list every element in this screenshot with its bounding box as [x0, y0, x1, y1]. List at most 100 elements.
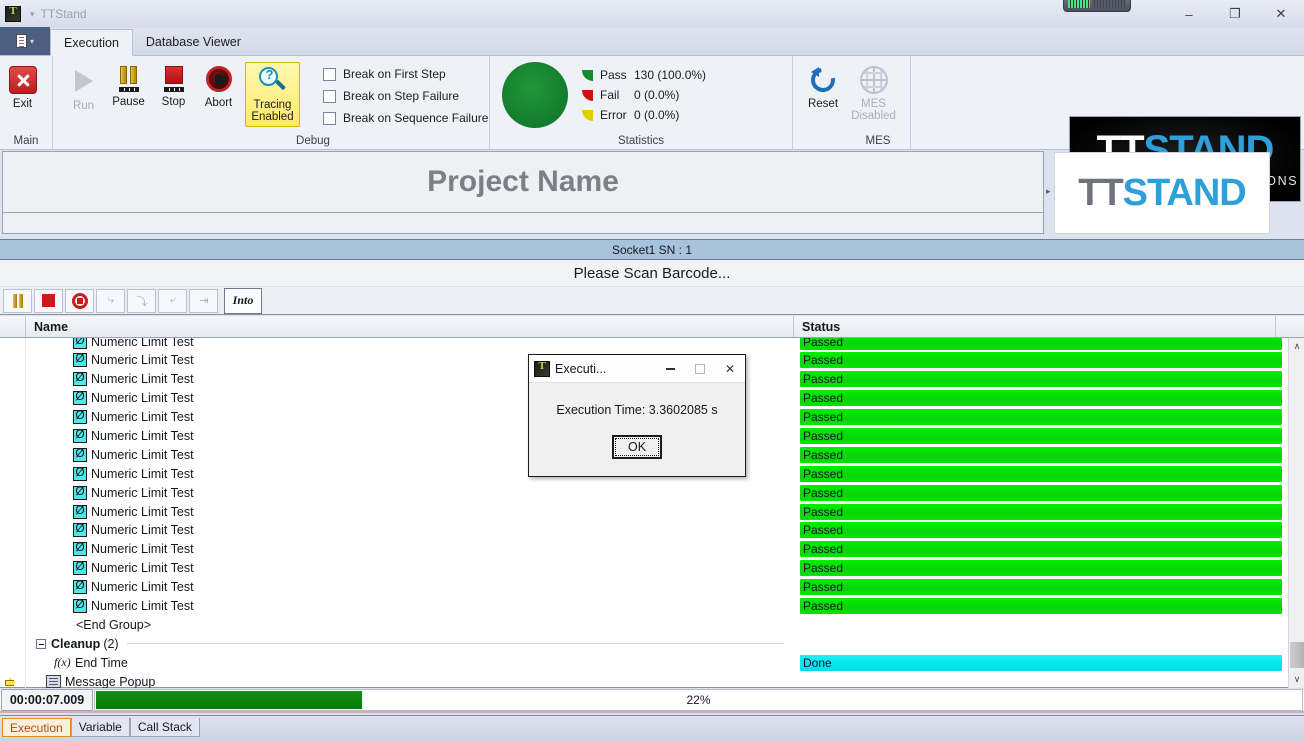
status-badge: Passed — [800, 598, 1282, 615]
table-row[interactable]: Numeric Limit Test Passed — [0, 483, 1288, 502]
exit-button[interactable]: Exit — [0, 62, 45, 110]
minimize-button[interactable]: – — [1166, 0, 1212, 28]
message-popup-icon — [46, 675, 61, 688]
row-name-text: Numeric Limit Test — [91, 353, 194, 368]
grid-header-marker — [0, 316, 26, 337]
step-mode-into-button[interactable]: Into — [224, 287, 262, 314]
row-name-cell: Numeric Limit Test — [26, 503, 794, 519]
table-row[interactable]: Cleanup (2) — [0, 634, 1288, 653]
error-wedge-icon — [582, 109, 593, 121]
checkbox-box[interactable] — [323, 111, 336, 125]
status-badge: Passed — [800, 465, 1282, 482]
row-status-cell: Passed — [794, 390, 1282, 407]
numeric-limit-test-icon — [73, 540, 87, 557]
dialog-maximize-button[interactable] — [685, 355, 715, 382]
row-name-cell: Numeric Limit Test — [26, 578, 794, 595]
table-row[interactable]: Numeric Limit Test Passed — [0, 521, 1288, 540]
table-row[interactable]: Message Popup — [0, 672, 1288, 688]
chevron-down-icon: ▾ — [29, 36, 34, 46]
dialog-close-button[interactable]: ✕ — [715, 355, 745, 382]
row-marker-cell — [0, 464, 26, 483]
toolbar-step-over-button[interactable]: ⤷ — [96, 288, 125, 313]
row-name-cell: Numeric Limit Test — [26, 521, 794, 538]
group-divider — [126, 643, 784, 645]
status-badge: Done — [800, 654, 1282, 671]
ribbon-body: Exit Main Run Pause Stop Abort ? Tracing… — [0, 56, 1304, 202]
pass-label: Pass — [600, 68, 627, 82]
checkbox-break-on-first-step[interactable]: Break on First Step — [314, 63, 488, 85]
row-name-cell: Numeric Limit Test — [26, 540, 794, 557]
file-menu-button[interactable]: ▾ — [0, 27, 50, 55]
stop-button[interactable]: Stop — [151, 62, 196, 108]
bottom-tab-call-stack[interactable]: Call Stack — [129, 718, 200, 737]
scroll-up-icon[interactable]: ∧ — [1289, 338, 1304, 355]
fail-value: 0 (0.0%) — [634, 88, 680, 102]
table-row[interactable]: <End Group> — [0, 615, 1288, 634]
tab-execution[interactable]: Execution — [50, 29, 133, 56]
bottom-tab-variable[interactable]: Variable — [70, 718, 130, 737]
checkbox-box[interactable] — [323, 89, 336, 103]
table-row[interactable]: Numeric Limit Test Passed — [0, 338, 1288, 351]
table-row[interactable]: Numeric Limit Test Passed — [0, 502, 1288, 521]
row-marker-cell — [0, 408, 26, 427]
checkbox-break-on-step-failure[interactable]: Break on Step Failure — [314, 85, 488, 107]
function-icon: f(x) — [54, 655, 71, 670]
window-control-buttons: – ❐ ✕ — [1166, 0, 1304, 28]
row-marker-cell — [0, 578, 26, 597]
row-name-cell: f(x) End Time — [26, 655, 794, 670]
numeric-limit-test-icon — [73, 521, 87, 538]
grid-vertical-scrollbar[interactable]: ∧ ∨ — [1288, 338, 1304, 688]
toolbar-stop-button[interactable] — [34, 288, 63, 313]
ribbon-group-debug: Run Pause Stop Abort ? Tracing Enabled B… — [53, 56, 490, 150]
tab-database-viewer[interactable]: Database Viewer — [133, 29, 254, 55]
tracing-enabled-toggle[interactable]: Tracing Enabled — [245, 62, 300, 127]
restore-button[interactable]: ❐ — [1212, 0, 1258, 28]
pause-icon — [12, 293, 24, 308]
page-title: Project Name — [427, 165, 619, 198]
ribbon-group-statistics-caption: Statistics — [617, 135, 664, 147]
dialog-minimize-button[interactable] — [655, 355, 685, 382]
numeric-limit-test-icon — [73, 351, 87, 368]
run-button-label: Run — [72, 100, 95, 112]
table-row[interactable]: Numeric Limit Test Passed — [0, 597, 1288, 616]
table-row[interactable]: Numeric Limit Test Passed — [0, 559, 1288, 578]
row-name-text: Message Popup — [65, 674, 156, 688]
table-row[interactable]: f(x) End Time Done — [0, 653, 1288, 672]
scroll-down-icon[interactable]: ∨ — [1289, 671, 1304, 688]
table-row[interactable]: Numeric Limit Test Passed — [0, 540, 1288, 559]
bottom-tab-execution[interactable]: Execution — [2, 718, 71, 737]
row-marker-cell — [0, 370, 26, 389]
dialog-ok-button[interactable]: OK — [612, 435, 662, 459]
collapse-icon[interactable] — [36, 638, 46, 649]
toolbar-abort-button[interactable] — [65, 288, 94, 313]
toolbar-run-to-cursor-button[interactable]: ⇥ — [189, 288, 218, 313]
run-button[interactable]: Run — [61, 62, 106, 112]
row-name-cell: Numeric Limit Test — [26, 597, 794, 614]
status-text: Passed — [803, 429, 844, 443]
scrollbar-thumb[interactable] — [1290, 642, 1304, 668]
quick-access-caret-icon[interactable]: ▾ — [30, 9, 35, 19]
magnifier-trace-icon — [258, 67, 288, 95]
toolbar-step-out-button[interactable]: ⤶ — [158, 288, 187, 313]
current-step-arrow-icon — [5, 676, 16, 687]
pause-button[interactable]: Pause — [106, 62, 151, 108]
row-name-text: Numeric Limit Test — [91, 338, 194, 349]
abort-button[interactable]: Abort — [196, 62, 241, 109]
close-button[interactable]: ✕ — [1258, 0, 1304, 28]
checkbox-box[interactable] — [323, 67, 336, 81]
table-row[interactable]: Numeric Limit Test Passed — [0, 578, 1288, 597]
pass-wedge-icon — [582, 69, 593, 81]
status-text: Passed — [803, 485, 844, 500]
stop-button-label: Stop — [161, 96, 186, 108]
checkbox-break-on-sequence-failure[interactable]: Break on Sequence Failure — [314, 107, 488, 129]
panel-expand-caret-icon[interactable]: ▸ — [1046, 186, 1051, 197]
status-text: Passed — [803, 338, 844, 349]
row-marker-cell — [0, 427, 26, 445]
abort-hand-icon — [205, 66, 232, 92]
toolbar-step-into-button[interactable]: ⤵ — [127, 288, 156, 313]
mes-disabled-button[interactable]: MES Disabled — [851, 62, 896, 122]
row-marker-cell — [0, 483, 26, 502]
status-text: Passed — [803, 391, 844, 406]
toolbar-pause-button[interactable] — [3, 288, 32, 313]
row-name-cell: <End Group> — [26, 618, 794, 632]
